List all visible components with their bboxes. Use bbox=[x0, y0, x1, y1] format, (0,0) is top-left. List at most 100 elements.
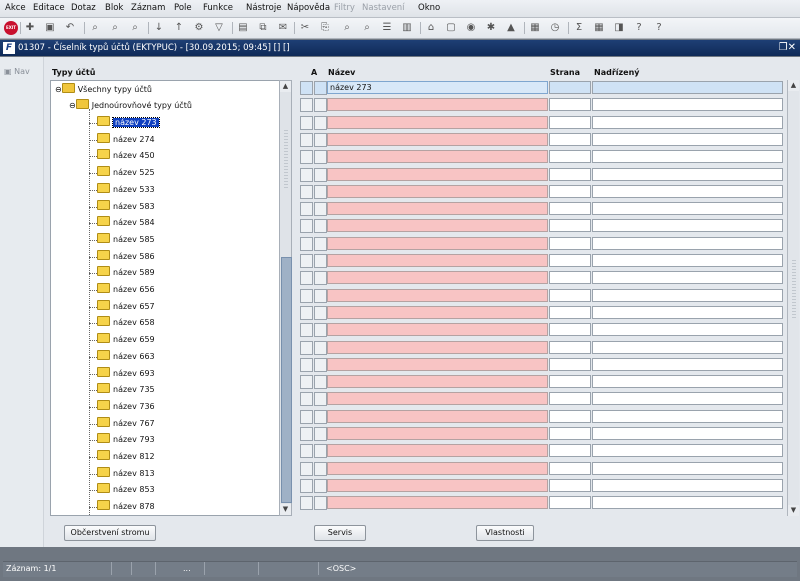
row-check-cell[interactable] bbox=[300, 409, 313, 424]
binoculars-icon[interactable]: ⌕ bbox=[340, 21, 354, 35]
tree-item[interactable]: název 585 bbox=[97, 232, 155, 247]
refresh-tree-button[interactable]: Občerstvení stromu bbox=[64, 525, 156, 541]
row-check-cell[interactable] bbox=[300, 461, 313, 476]
menu-item-7[interactable]: Funkce bbox=[203, 3, 233, 13]
row-flag-cell[interactable] bbox=[314, 323, 327, 338]
nav-label[interactable]: ▣ Nav bbox=[4, 67, 30, 76]
strana-field[interactable] bbox=[549, 167, 591, 181]
strana-field[interactable] bbox=[549, 150, 591, 164]
menu-item-6[interactable]: Pole bbox=[174, 3, 192, 13]
tree-item[interactable]: název 586 bbox=[97, 249, 155, 264]
row-check-cell[interactable] bbox=[300, 478, 313, 493]
nazev-field[interactable] bbox=[327, 305, 548, 319]
row-check-cell[interactable] bbox=[300, 81, 313, 95]
menu-item-3[interactable]: Dotaz bbox=[71, 3, 96, 13]
tree-item[interactable]: název 793 bbox=[97, 433, 155, 447]
row-flag-cell[interactable] bbox=[314, 427, 327, 441]
execute-query-icon[interactable]: ⌕ bbox=[128, 21, 142, 35]
strana-field[interactable] bbox=[549, 427, 591, 440]
nazev-field[interactable] bbox=[327, 236, 548, 250]
find-icon[interactable]: ⌕ bbox=[360, 21, 374, 35]
row-flag-cell[interactable] bbox=[314, 132, 327, 147]
nadrizeny-field[interactable] bbox=[592, 202, 783, 216]
help-icon[interactable]: ? bbox=[652, 21, 666, 35]
tree-item[interactable]: název 583 bbox=[97, 199, 155, 214]
menu-item-5[interactable]: Záznam bbox=[131, 3, 165, 13]
tree-item[interactable]: název 767 bbox=[97, 416, 155, 431]
row-flag-cell[interactable] bbox=[314, 167, 327, 182]
tree-item[interactable]: název 812 bbox=[97, 450, 155, 464]
nadrizeny-field[interactable] bbox=[592, 444, 783, 458]
columns-icon[interactable]: ▥ bbox=[400, 21, 414, 35]
form-icon[interactable]: ▦ bbox=[528, 21, 542, 35]
copy-icon[interactable]: ⧉ bbox=[256, 21, 270, 35]
nadrizeny-field[interactable] bbox=[592, 254, 783, 267]
nazev-field[interactable] bbox=[327, 219, 548, 233]
tree-item[interactable]: název 273 bbox=[97, 116, 160, 130]
tree-item[interactable]: název 450 bbox=[97, 149, 155, 163]
row-check-cell[interactable] bbox=[300, 392, 313, 407]
filter-icon[interactable]: ▽ bbox=[212, 21, 226, 35]
nadrizeny-field[interactable] bbox=[592, 478, 783, 492]
mail-icon[interactable]: ✉ bbox=[276, 21, 290, 35]
nazev-field[interactable] bbox=[327, 271, 548, 285]
enter-query-icon[interactable]: ⌕ bbox=[108, 21, 122, 35]
nadrizeny-field[interactable] bbox=[592, 150, 783, 164]
row-flag-cell[interactable] bbox=[314, 184, 327, 199]
strana-field[interactable] bbox=[549, 392, 591, 406]
strana-field[interactable] bbox=[549, 115, 591, 129]
row-flag-cell[interactable] bbox=[314, 202, 327, 217]
tree-item[interactable]: název 813 bbox=[97, 466, 155, 481]
row-flag-cell[interactable] bbox=[314, 115, 327, 130]
row-check-cell[interactable] bbox=[300, 357, 313, 372]
nadrizeny-field[interactable] bbox=[592, 219, 783, 233]
tree-item[interactable]: název 663 bbox=[97, 349, 155, 364]
strana-field[interactable] bbox=[549, 340, 591, 354]
strana-field[interactable] bbox=[549, 305, 591, 319]
calculator-icon[interactable]: ▦ bbox=[592, 21, 606, 35]
nav-panel[interactable]: ▣ Nav bbox=[0, 57, 44, 547]
row-check-cell[interactable] bbox=[300, 202, 313, 217]
nazev-field[interactable] bbox=[327, 496, 548, 510]
nazev-field[interactable] bbox=[327, 167, 548, 181]
undo-icon[interactable]: ↶ bbox=[63, 21, 77, 35]
sort-asc-icon[interactable]: ↓ bbox=[152, 21, 166, 35]
tree-item[interactable]: název 584 bbox=[97, 216, 155, 230]
menu-item-1[interactable]: Akce bbox=[5, 3, 26, 13]
tree-root[interactable]: ⊖ Všechny typy účtů bbox=[55, 83, 152, 97]
row-check-cell[interactable] bbox=[300, 340, 313, 355]
row-check-cell[interactable] bbox=[300, 150, 313, 165]
row-check-cell[interactable] bbox=[300, 444, 313, 459]
list-icon[interactable]: ☰ bbox=[380, 21, 394, 35]
row-check-cell[interactable] bbox=[300, 254, 313, 268]
row-flag-cell[interactable] bbox=[314, 98, 327, 113]
row-flag-cell[interactable] bbox=[314, 236, 327, 251]
tree-item[interactable]: název 658 bbox=[97, 316, 155, 330]
row-flag-cell[interactable] bbox=[314, 496, 327, 511]
globe-icon[interactable]: ◉ bbox=[464, 21, 478, 35]
row-flag-cell[interactable] bbox=[314, 271, 327, 286]
nadrizeny-field[interactable] bbox=[592, 167, 783, 181]
nadrizeny-field[interactable] bbox=[592, 496, 783, 510]
warning-icon[interactable]: ▲ bbox=[504, 21, 518, 35]
menu-item-11[interactable]: Nastavení bbox=[362, 3, 405, 13]
row-flag-cell[interactable] bbox=[314, 288, 327, 303]
row-flag-cell[interactable] bbox=[314, 409, 327, 424]
nadrizeny-field[interactable] bbox=[592, 392, 783, 406]
row-flag-cell[interactable] bbox=[314, 254, 327, 268]
row-flag-cell[interactable] bbox=[314, 461, 327, 476]
row-flag-cell[interactable] bbox=[314, 392, 327, 407]
strana-field[interactable] bbox=[549, 461, 591, 475]
tree-item[interactable]: název 693 bbox=[97, 366, 155, 381]
tree-item[interactable]: název 656 bbox=[97, 283, 155, 297]
strana-field[interactable] bbox=[549, 444, 591, 458]
row-check-cell[interactable] bbox=[300, 375, 313, 390]
nadrizeny-field[interactable] bbox=[592, 461, 783, 475]
menu-item-4[interactable]: Blok bbox=[105, 3, 123, 13]
nadrizeny-field[interactable] bbox=[592, 340, 783, 354]
row-check-cell[interactable] bbox=[300, 496, 313, 511]
row-check-cell[interactable] bbox=[300, 236, 313, 251]
strana-field[interactable] bbox=[549, 375, 591, 389]
menu-item-10[interactable]: Filtry bbox=[334, 3, 355, 13]
strana-field[interactable] bbox=[549, 478, 591, 492]
